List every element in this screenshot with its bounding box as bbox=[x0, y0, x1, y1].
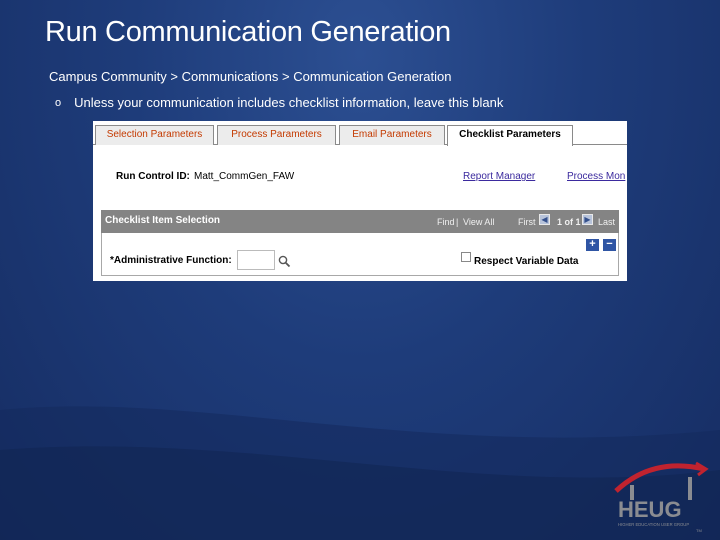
lookup-magnifier-icon[interactable] bbox=[278, 255, 291, 268]
page-info: 1 of 1 bbox=[557, 217, 581, 227]
respect-variable-checkbox[interactable] bbox=[461, 252, 471, 262]
slide-title: Run Communication Generation bbox=[45, 16, 451, 48]
add-row-icon[interactable]: + bbox=[586, 239, 599, 251]
delete-row-icon[interactable]: − bbox=[603, 239, 616, 251]
admin-function-label: *Administrative Function: bbox=[110, 255, 232, 266]
svg-text:HEUG: HEUG bbox=[618, 497, 682, 522]
report-manager-link[interactable]: Report Manager bbox=[463, 171, 535, 182]
heug-logo: HEUG HIGHER EDUCATION USER GROUP TM bbox=[614, 461, 709, 533]
process-monitor-link[interactable]: Process Mon bbox=[567, 171, 625, 182]
svg-text:HIGHER EDUCATION USER GROUP: HIGHER EDUCATION USER GROUP bbox=[618, 522, 689, 527]
previous-arrow-icon[interactable]: ◀ bbox=[539, 214, 550, 225]
first-link[interactable]: First bbox=[518, 217, 536, 227]
tab-strip: Selection Parameters Process Parameters … bbox=[93, 125, 627, 146]
admin-function-input[interactable] bbox=[237, 250, 275, 270]
grid-header: Checklist Item Selection Find | View All… bbox=[101, 210, 619, 233]
grid-body: + − *Administrative Function: Respect Va… bbox=[101, 233, 619, 276]
tab-checklist-parameters[interactable]: Checklist Parameters bbox=[447, 125, 573, 146]
grid-title: Checklist Item Selection bbox=[105, 215, 221, 226]
nav-separator: | bbox=[456, 217, 459, 227]
svg-text:TM: TM bbox=[696, 528, 702, 533]
peoplesoft-screenshot: Selection Parameters Process Parameters … bbox=[93, 121, 627, 281]
breadcrumb: Campus Community > Communications > Comm… bbox=[49, 69, 452, 84]
tab-email-parameters[interactable]: Email Parameters bbox=[339, 125, 445, 145]
run-control-value: Matt_CommGen_FAW bbox=[194, 171, 295, 182]
view-all-link[interactable]: View All bbox=[463, 217, 494, 227]
next-arrow-icon[interactable]: ▶ bbox=[582, 214, 593, 225]
find-link[interactable]: Find bbox=[437, 217, 455, 227]
bullet-marker: o bbox=[55, 96, 62, 109]
tab-selection-parameters[interactable]: Selection Parameters bbox=[95, 125, 214, 145]
last-link[interactable]: Last bbox=[598, 217, 615, 227]
bullet-item: o Unless your communication includes che… bbox=[55, 95, 503, 110]
bullet-text: Unless your communication includes check… bbox=[74, 95, 504, 110]
tab-process-parameters[interactable]: Process Parameters bbox=[217, 125, 336, 145]
run-control-label: Run Control ID: bbox=[116, 171, 190, 182]
respect-variable-label: Respect Variable Data bbox=[474, 256, 579, 267]
